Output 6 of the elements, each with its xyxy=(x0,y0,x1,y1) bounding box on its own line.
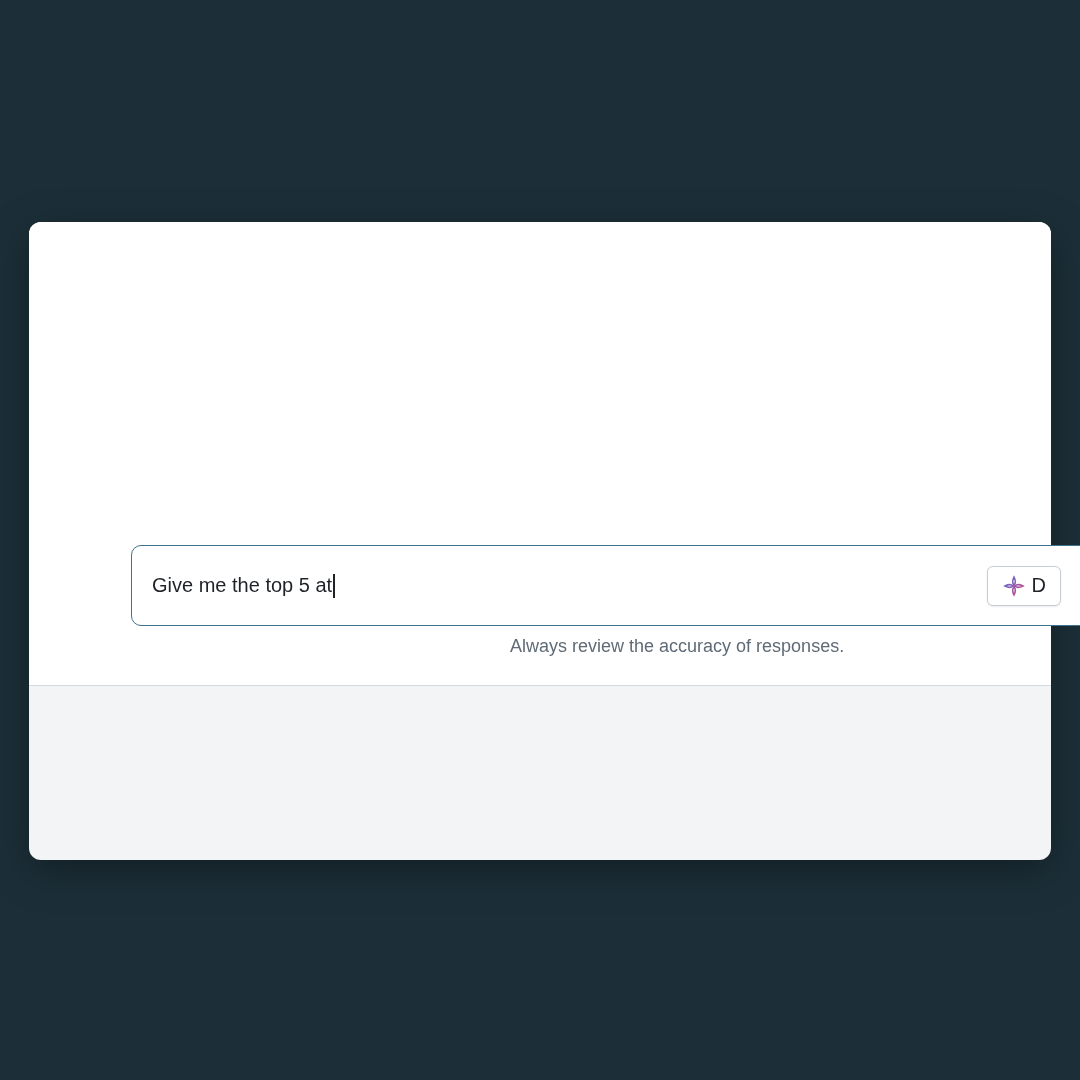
action-button[interactable]: D xyxy=(986,565,1061,606)
disclaimer-text: Always review the accuracy of responses. xyxy=(510,636,846,657)
sparkle-icon xyxy=(1001,573,1026,598)
text-cursor xyxy=(333,573,335,598)
input-field[interactable]: Give me the top 5 at D xyxy=(131,545,1080,626)
input-text: Give me the top 5 at xyxy=(152,574,333,597)
